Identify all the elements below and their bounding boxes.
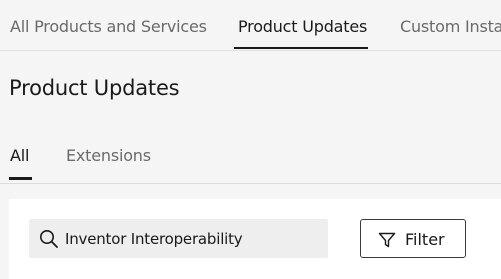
filter-icon <box>378 232 396 248</box>
sub-tab-extensions[interactable]: Extensions <box>66 146 151 165</box>
filter-button-label: Filter <box>405 230 445 249</box>
page-title: Product Updates <box>9 76 180 100</box>
sub-tab-bar: All Extensions <box>0 134 501 184</box>
tab-all-products-and-services[interactable]: All Products and Services <box>10 17 207 36</box>
top-tab-bar: All Products and Services Product Update… <box>0 0 501 51</box>
tab-product-updates[interactable]: Product Updates <box>238 17 367 36</box>
search-panel: Filter <box>9 199 501 279</box>
filter-button[interactable]: Filter <box>360 219 466 258</box>
active-sub-tab-indicator <box>9 177 32 180</box>
search-input[interactable] <box>65 219 323 258</box>
sub-tab-all[interactable]: All <box>10 146 29 165</box>
search-icon <box>40 230 58 248</box>
search-box[interactable] <box>29 219 328 258</box>
active-tab-indicator <box>234 47 368 49</box>
tab-custom-install[interactable]: Custom Insta <box>400 17 501 36</box>
